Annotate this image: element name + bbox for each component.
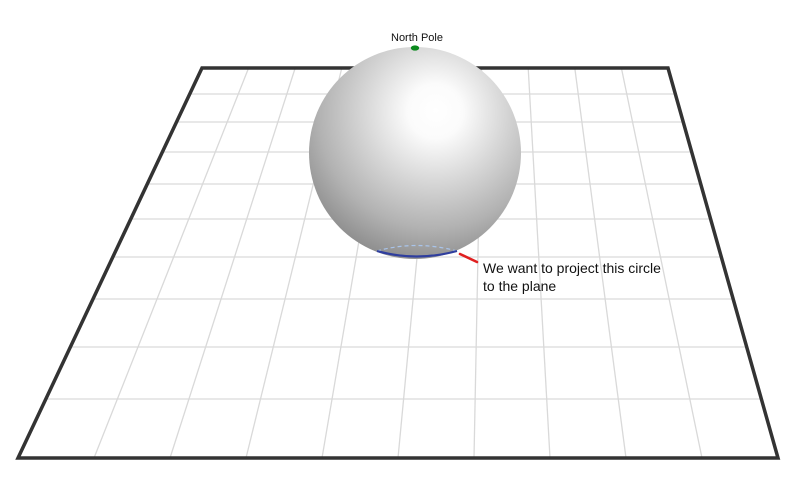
sphere — [309, 47, 521, 259]
annotation-line-2: to the plane — [483, 278, 556, 294]
north-pole-dot-icon — [410, 45, 420, 51]
annotation-line-1: We want to project this circle — [483, 260, 661, 276]
stereographic-projection-diagram: North Pole We want to project this circl… — [15, 32, 781, 460]
north-pole-label: North Pole — [391, 32, 443, 44]
